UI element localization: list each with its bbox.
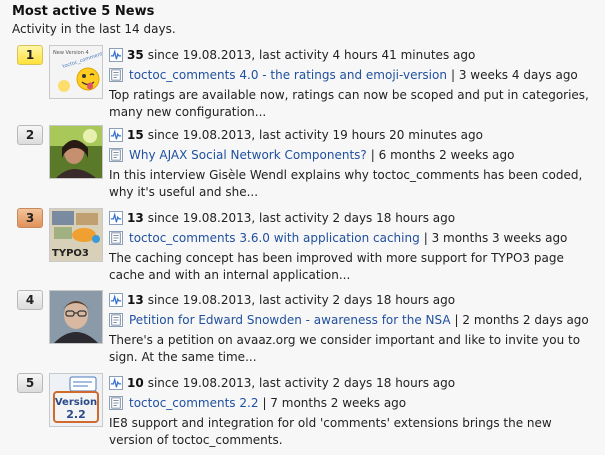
article-link[interactable]: toctoc_comments 3.6.0 with application c… <box>129 228 420 248</box>
activity-pulse-icon <box>109 48 123 62</box>
article-document-icon <box>109 396 123 410</box>
article-link[interactable]: Petition for Edward Snowden - awareness … <box>129 310 451 330</box>
activity-line: 35 since 19.08.2013, last activity 4 hou… <box>109 45 599 65</box>
article-line: Why AJAX Social Network Components? | 6 … <box>109 145 599 165</box>
news-item: 4 13 since 19.08.2013, last activity 2 d… <box>0 290 605 372</box>
article-excerpt: IE8 support and integration for old 'com… <box>109 416 552 447</box>
thumb-typo3-label: TYPO3 <box>52 248 89 259</box>
article-excerpt: The caching concept has been improved wi… <box>109 251 564 282</box>
widget-subtitle: Activity in the last 14 days. <box>12 22 176 36</box>
version-thumbnail-icon: Version 2.2 <box>50 374 102 426</box>
comment-count: 15 <box>127 128 144 142</box>
thumb-version-number: 2.2 <box>66 408 86 421</box>
activity-text: since 19.08.2013, last activity 4 hours … <box>147 48 476 62</box>
article-link[interactable]: toctoc_comments 4.0 - the ratings and em… <box>129 65 447 85</box>
news-item: 2 15 since 19.08.2013, last activity 19 … <box>0 125 605 207</box>
activity-line: 13 since 19.08.2013, last activity 2 day… <box>109 290 599 310</box>
news-content: 13 since 19.08.2013, last activity 2 day… <box>109 208 599 284</box>
activity-text: since 19.08.2013, last activity 2 days 1… <box>147 376 456 390</box>
portrait-photo-icon <box>50 126 102 178</box>
activity-pulse-icon <box>109 293 123 307</box>
news-content: 10 since 19.08.2013, last activity 2 day… <box>109 373 599 449</box>
article-age: | 3 months 3 weeks ago <box>423 231 568 245</box>
news-thumbnail[interactable]: New Version 4 toctoc_comments <box>49 45 103 99</box>
rank-badge: 5 <box>17 373 43 393</box>
rank-badge: 1 <box>17 45 43 65</box>
article-age: | 3 weeks 4 days ago <box>450 68 578 82</box>
article-age: | 7 months 2 weeks ago <box>262 396 407 410</box>
comment-count: 13 <box>127 211 144 225</box>
thumb-version-label: Version <box>55 397 97 408</box>
widget-header: Most active 5 News Activity in the last … <box>12 4 176 37</box>
comment-count: 35 <box>127 48 144 62</box>
news-item: 3 TYPO3 13 since 19.08.2013, last activi… <box>0 208 605 290</box>
activity-text: since 19.08.2013, last activity 19 hours… <box>147 128 483 142</box>
article-age: | 6 months 2 weeks ago <box>370 148 515 162</box>
article-excerpt: In this interview Gisèle Wendl explains … <box>109 168 583 199</box>
article-link[interactable]: toctoc_comments 2.2 <box>129 393 258 413</box>
news-thumbnail[interactable] <box>49 125 103 179</box>
activity-pulse-icon <box>109 211 123 225</box>
news-content: 13 since 19.08.2013, last activity 2 day… <box>109 290 599 366</box>
comment-count: 10 <box>127 376 144 390</box>
activity-line: 15 since 19.08.2013, last activity 19 ho… <box>109 125 599 145</box>
article-link[interactable]: Why AJAX Social Network Components? <box>129 145 367 165</box>
news-content: 15 since 19.08.2013, last activity 19 ho… <box>109 125 599 201</box>
article-line: toctoc_comments 4.0 - the ratings and em… <box>109 65 599 85</box>
article-document-icon <box>109 313 123 327</box>
rank-badge: 3 <box>17 208 43 228</box>
activity-line: 10 since 19.08.2013, last activity 2 day… <box>109 373 599 393</box>
news-thumbnail[interactable]: Version 2.2 <box>49 373 103 427</box>
emoji-thumbnail-icon: New Version 4 toctoc_comments <box>50 46 102 98</box>
activity-line: 13 since 19.08.2013, last activity 2 day… <box>109 208 599 228</box>
thumb-caption: New Version 4 <box>53 50 89 56</box>
widget-title: Most active 5 News <box>12 4 155 19</box>
article-document-icon <box>109 68 123 82</box>
activity-pulse-icon <box>109 376 123 390</box>
news-item: 1 New Version 4 toctoc_comments 35 since… <box>0 45 605 127</box>
article-line: Petition for Edward Snowden - awareness … <box>109 310 599 330</box>
news-item: 5 Version 2.2 10 since 19.08.2013, last … <box>0 373 605 455</box>
rank-badge: 4 <box>17 290 43 310</box>
news-thumbnail[interactable] <box>49 290 103 344</box>
article-excerpt: Top ratings are available now, ratings c… <box>109 88 589 119</box>
article-document-icon <box>109 148 123 162</box>
rank-badge: 2 <box>17 125 43 145</box>
article-document-icon <box>109 231 123 245</box>
most-active-news-widget: Most active 5 News Activity in the last … <box>0 0 605 452</box>
activity-text: since 19.08.2013, last activity 2 days 1… <box>147 293 456 307</box>
article-line: toctoc_comments 3.6.0 with application c… <box>109 228 599 248</box>
news-thumbnail[interactable]: TYPO3 <box>49 208 103 262</box>
collage-thumbnail-icon: TYPO3 <box>50 209 102 261</box>
comment-count: 13 <box>127 293 144 307</box>
article-line: toctoc_comments 2.2 | 7 months 2 weeks a… <box>109 393 599 413</box>
article-excerpt: There's a petition on avaaz.org we consi… <box>109 333 581 364</box>
activity-text: since 19.08.2013, last activity 2 days 1… <box>147 211 456 225</box>
article-age: | 2 months 2 days ago <box>454 313 589 327</box>
activity-pulse-icon <box>109 128 123 142</box>
news-content: 35 since 19.08.2013, last activity 4 hou… <box>109 45 599 121</box>
portrait-photo-icon <box>50 291 102 343</box>
